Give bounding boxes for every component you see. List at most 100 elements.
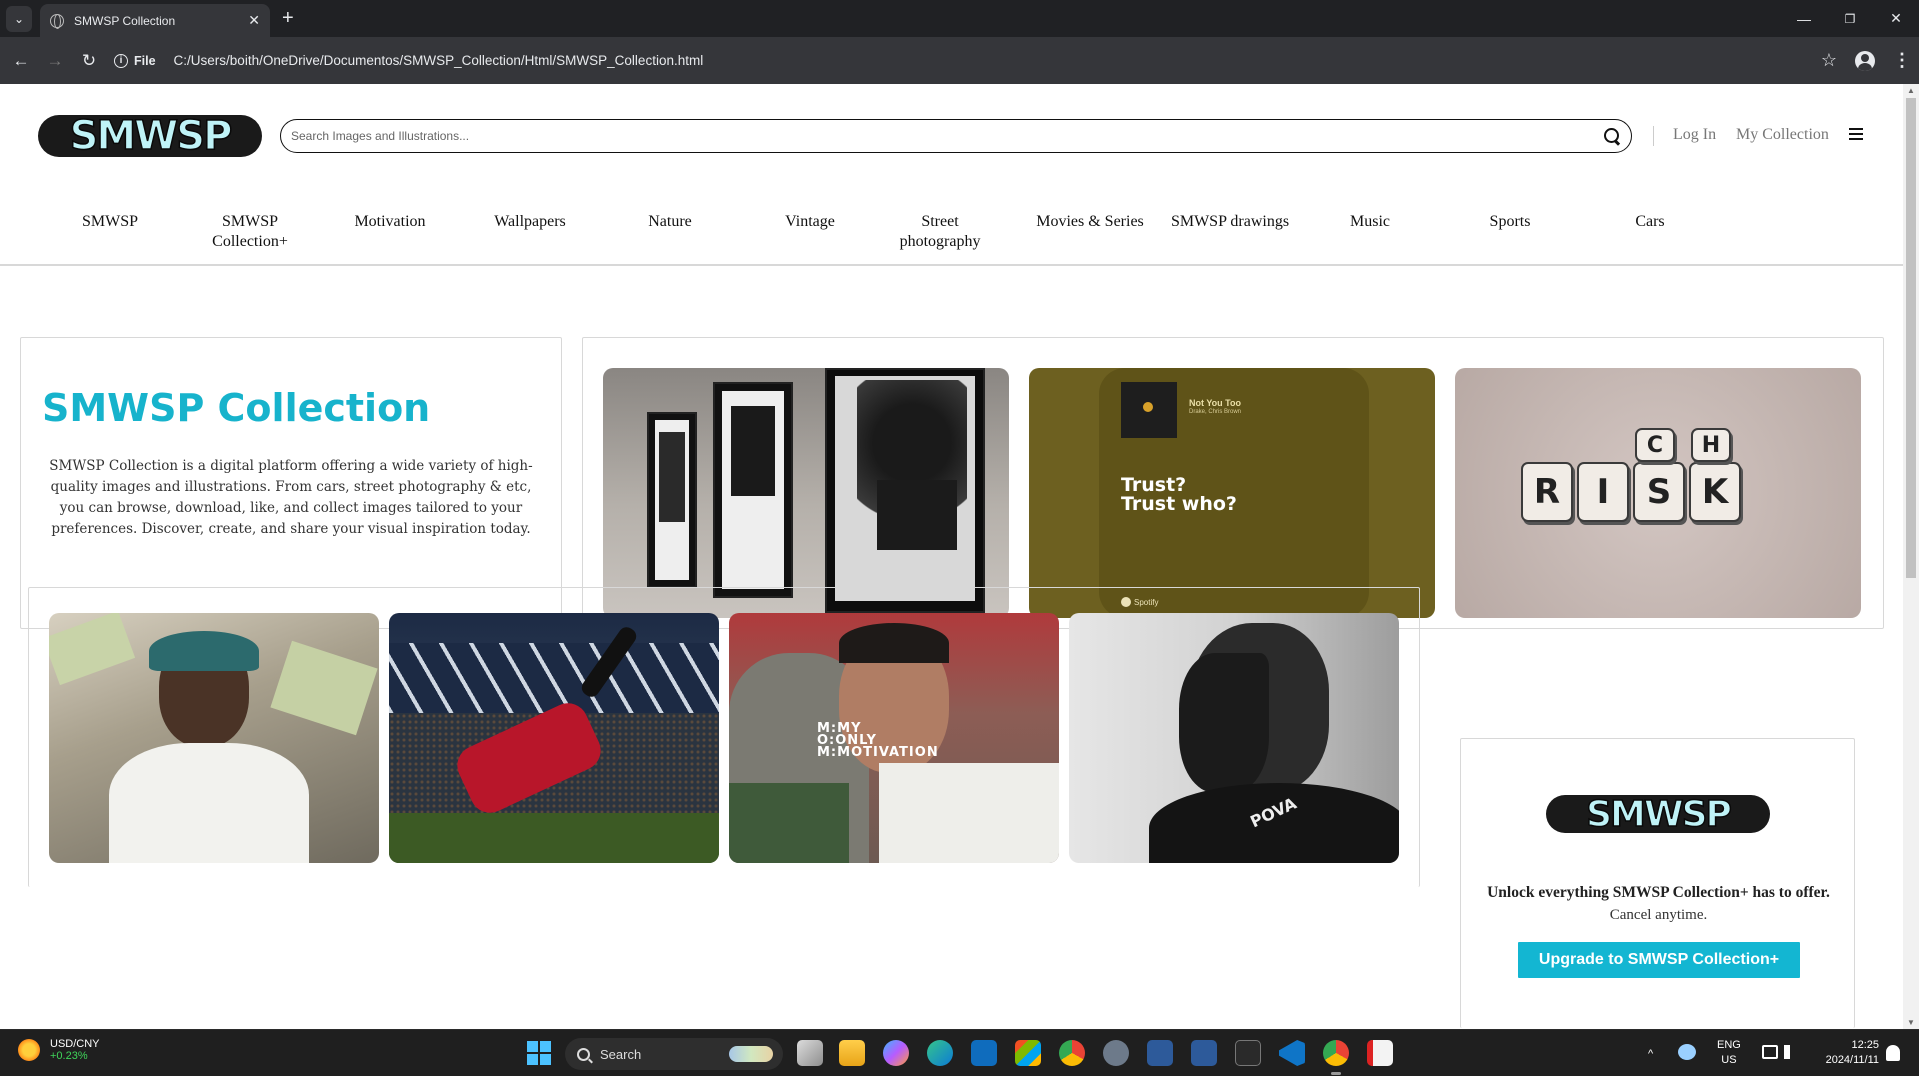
app-icon[interactable] <box>1191 1040 1217 1066</box>
restore-button[interactable]: ❐ <box>1827 0 1873 37</box>
category-music[interactable]: Music <box>1300 212 1440 232</box>
category-movies-series[interactable]: Movies & Series <box>1020 212 1160 232</box>
store-icon[interactable] <box>1015 1040 1041 1066</box>
vscode-icon[interactable] <box>1279 1040 1305 1066</box>
gallery-image-football-overhead-kick[interactable] <box>389 613 719 863</box>
minimize-button[interactable]: — <box>1781 0 1827 37</box>
category-wallpapers[interactable]: Wallpapers <box>460 212 600 232</box>
windows-start-icon[interactable] <box>527 1041 551 1065</box>
gallery-image-portrait-profile[interactable]: POVA <box>1069 613 1399 863</box>
address-bar[interactable]: i File C:/Users/boith/OneDrive/Documento… <box>114 53 703 68</box>
new-tab-button[interactable]: + <box>282 6 294 30</box>
mother-coat <box>729 783 849 863</box>
settings-icon[interactable] <box>1103 1040 1129 1066</box>
app-icon[interactable] <box>1147 1040 1173 1066</box>
file-explorer-icon[interactable] <box>839 1040 865 1066</box>
site-info-icon[interactable]: i <box>114 53 128 68</box>
gallery-image-dice-tattoo[interactable]: R I S K C H <box>1455 368 1861 618</box>
category-motivation[interactable]: Motivation <box>320 212 460 232</box>
star-icon[interactable]: ☆ <box>1821 50 1837 71</box>
forward-button[interactable]: → <box>38 44 72 78</box>
address-text[interactable]: C:/Users/boith/OneDrive/Documentos/SMWSP… <box>174 53 704 68</box>
tab-close-icon[interactable]: ✕ <box>248 12 260 29</box>
menu-icon[interactable] <box>1849 128 1863 140</box>
overlay-line3: M:MOTIVATION <box>817 745 939 760</box>
tab-list-button[interactable]: ⌄ <box>6 6 32 32</box>
my-collection-link[interactable]: My Collection <box>1736 126 1829 144</box>
volume-icon[interactable] <box>1784 1045 1798 1059</box>
scrollbar-thumb[interactable] <box>1906 98 1916 578</box>
gallery-image-money-phone[interactable] <box>49 613 379 863</box>
scroll-down-arrow[interactable]: ▼ <box>1907 1018 1915 1027</box>
gallery-image-spotify-lyrics[interactable]: Not You Too Drake, Chris Brown Trust? Tr… <box>1029 368 1435 618</box>
site-logo[interactable]: SMWSP <box>38 112 262 160</box>
search-input[interactable] <box>291 129 1603 143</box>
reload-button[interactable]: ↻ <box>72 44 106 78</box>
taskbar-search-label: Search <box>600 1046 642 1062</box>
category-street-photography[interactable]: Street photography <box>890 212 990 252</box>
category-vintage[interactable]: Vintage <box>740 212 880 232</box>
poster-frame <box>713 382 793 598</box>
scheme-label: File <box>134 53 156 68</box>
category-smwsp[interactable]: SMWSP <box>40 212 180 232</box>
clock-date: 2024/11/11 <box>1825 1054 1879 1066</box>
copilot-icon[interactable] <box>883 1040 909 1066</box>
window-close-button[interactable]: ✕ <box>1873 0 1919 37</box>
weather-widget[interactable]: USD/CNY +0.23% <box>18 1038 100 1062</box>
search-bar <box>280 119 1632 153</box>
die-letter: C <box>1635 428 1675 462</box>
onedrive-icon[interactable] <box>1678 1044 1696 1060</box>
profile-icon[interactable] <box>1855 50 1875 71</box>
widget-title: USD/CNY <box>50 1038 100 1050</box>
poster-frame <box>647 412 697 588</box>
category-sports[interactable]: Sports <box>1440 212 1580 232</box>
system-clock[interactable]: 12:25 2024/11/11 <box>1813 1038 1879 1068</box>
album-art <box>1121 382 1177 438</box>
terminal-icon[interactable] <box>1235 1040 1261 1066</box>
globe-icon <box>50 13 64 29</box>
bell-icon[interactable] <box>1886 1045 1900 1061</box>
son-hair <box>839 623 949 663</box>
category-smwsp-collection-plus[interactable]: SMWSP Collection+ <box>190 212 310 252</box>
page-scrollbar[interactable]: ▲ ▼ <box>1903 84 1919 1029</box>
edge-icon[interactable] <box>927 1040 953 1066</box>
spotify-lyric-quote: Trust? Trust who? <box>1121 476 1237 514</box>
gallery-image-mother-kiss[interactable]: M:MY O:ONLY M:MOTIVATION <box>729 613 1059 863</box>
document-app-icon[interactable] <box>1367 1040 1393 1066</box>
outlook-icon[interactable] <box>971 1040 997 1066</box>
chrome-icon[interactable] <box>1059 1040 1085 1066</box>
tray-chevron[interactable]: ^ <box>1648 1030 1653 1076</box>
category-cars[interactable]: Cars <box>1580 212 1720 232</box>
back-button[interactable]: ← <box>4 44 38 78</box>
input-language[interactable]: ENG US <box>1717 1038 1741 1068</box>
wifi-icon[interactable] <box>1762 1045 1778 1059</box>
browser-tab-active[interactable]: SMWSP Collection ✕ <box>40 4 270 37</box>
web-page: SMWSP Log In My Collection SMWSP SMWSP C… <box>0 84 1903 1029</box>
die-letter: R <box>1521 462 1573 522</box>
browser-toolbar: ← → ↻ i File C:/Users/boith/OneDrive/Doc… <box>0 37 1919 84</box>
category-nature[interactable]: Nature <box>600 212 740 232</box>
upgrade-button[interactable]: Upgrade to SMWSP Collection+ <box>1518 942 1800 978</box>
portrait-jacket <box>1149 783 1399 863</box>
upgrade-promo-card: SMWSP Unlock everything SMWSP Collection… <box>1460 738 1855 1028</box>
spotify-song-title: Not You Too <box>1189 398 1241 408</box>
chrome-active-icon[interactable] <box>1323 1040 1349 1075</box>
browser-menu-icon[interactable]: ⋮ <box>1893 50 1911 71</box>
gallery-image-framed-posters[interactable] <box>603 368 1009 618</box>
category-smwsp-drawings[interactable]: SMWSP drawings <box>1160 212 1300 232</box>
promo-logo-text: SMWSP <box>1585 793 1732 836</box>
spotify-lyric-line2: Trust who? <box>1121 493 1237 515</box>
task-view-icon[interactable] <box>797 1040 823 1066</box>
lang-code: ENG <box>1717 1039 1741 1051</box>
scroll-up-arrow[interactable]: ▲ <box>1907 86 1915 95</box>
taskbar-search-icon <box>577 1047 590 1061</box>
login-link[interactable]: Log In <box>1673 126 1716 144</box>
currency-widget-icon <box>18 1039 40 1061</box>
stadium-roof <box>389 643 719 713</box>
toolbar-right: ☆ ⋮ <box>1821 37 1911 84</box>
poster-frame <box>825 368 985 613</box>
search-icon[interactable] <box>1603 127 1621 145</box>
cash-fan <box>270 640 378 736</box>
chevron-up-icon[interactable]: ^ <box>1648 1048 1653 1060</box>
taskbar-search[interactable]: Search <box>565 1038 783 1070</box>
